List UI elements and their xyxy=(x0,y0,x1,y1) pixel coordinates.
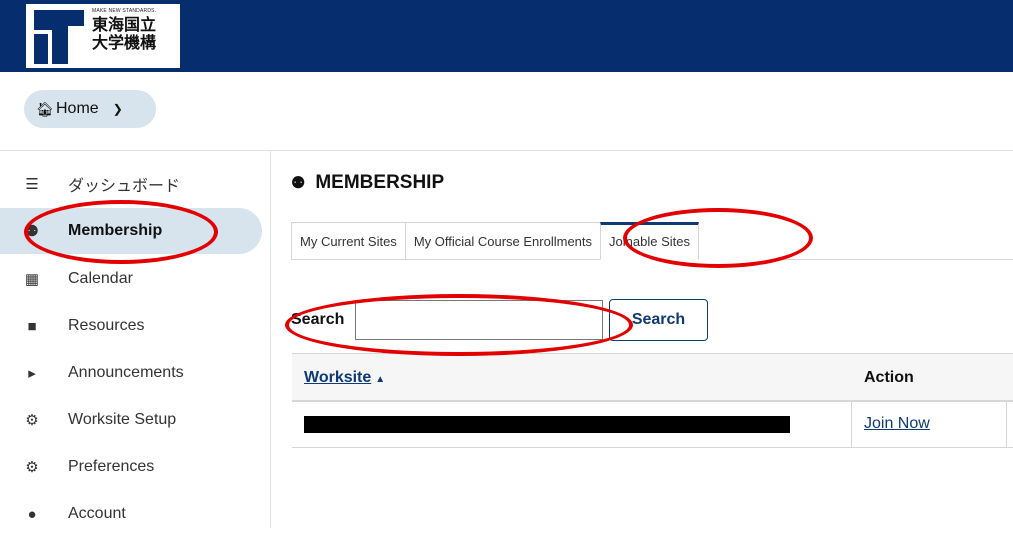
sidebar-item-label: Membership xyxy=(68,222,163,239)
users-icon: ⚉ xyxy=(291,175,306,192)
sidebar-item-dashboard[interactable]: ☰ ダッシュボード xyxy=(0,161,262,207)
calendar-icon: ▦ xyxy=(24,271,40,288)
table-row: Join Now xyxy=(292,402,1013,448)
search-input[interactable] xyxy=(355,300,603,340)
sort-ascending-icon: ▲ xyxy=(375,374,386,385)
top-banner: MAKE NEW STANDARDS. 東海国立 大学機構 xyxy=(0,0,1013,72)
user-icon: ● xyxy=(27,505,37,523)
sidebar-item-label: Announcements xyxy=(68,364,184,381)
join-now-link[interactable]: Join Now xyxy=(864,415,930,433)
sidebar-item-label: Worksite Setup xyxy=(68,411,177,428)
sidebar-item-label: ダッシュボード xyxy=(68,178,181,195)
institution-logo[interactable]: MAKE NEW STANDARDS. 東海国立 大学機構 xyxy=(26,4,180,68)
users-icon: ⚉ xyxy=(25,223,39,240)
chevron-down-icon: ❯ xyxy=(112,102,123,116)
joinable-sites-table: Worksite ▲ Action Join Now xyxy=(292,353,1013,448)
sidebar-item-label: Resources xyxy=(68,317,145,334)
list-icon: ☰ xyxy=(25,176,39,193)
sidebar: ☰ ダッシュボード ⚉ Membership ▦ Calendar ■ Reso… xyxy=(0,151,271,528)
tab-joinable-sites[interactable]: Joinable Sites xyxy=(600,222,699,260)
worksite-column-header[interactable]: Worksite ▲ xyxy=(304,369,385,387)
logo-name-line2: 大学機構 xyxy=(92,33,157,52)
home-icon: 🏠︎ xyxy=(36,100,54,117)
sidebar-item-calendar[interactable]: ▦ Calendar xyxy=(0,256,262,302)
site-switcher-button[interactable]: 🏠︎ Home ❯ xyxy=(24,90,156,128)
sidebar-item-announcements[interactable]: ▸ Announcements xyxy=(0,350,262,396)
logo-name: 東海国立 大学機構 xyxy=(92,16,156,52)
bullhorn-icon: ▸ xyxy=(28,365,36,382)
page-title: ⚉ MEMBERSHIP xyxy=(291,172,444,194)
worksite-header-label: Worksite xyxy=(304,369,372,386)
sidebar-item-label: Account xyxy=(68,505,126,522)
sidebar-item-account[interactable]: ● Account xyxy=(0,491,262,537)
divider xyxy=(771,259,1013,260)
sidebar-item-worksite-setup[interactable]: ⚙ Worksite Setup xyxy=(0,397,262,443)
search-button[interactable]: Search xyxy=(609,299,708,341)
redacted-worksite-name xyxy=(304,416,790,433)
search-label: Search xyxy=(291,311,345,328)
sidebar-item-preferences[interactable]: ⚙ Preferences xyxy=(0,444,262,490)
tab-my-official-course-enrollments[interactable]: My Official Course Enrollments xyxy=(404,222,601,260)
folder-icon: ■ xyxy=(27,317,37,335)
table-header: Worksite ▲ Action xyxy=(292,354,1013,402)
tab-bar: My Current Sites My Official Course Enro… xyxy=(291,222,699,260)
sidebar-item-resources[interactable]: ■ Resources xyxy=(0,303,262,349)
gear-icon: ⚙ xyxy=(25,459,39,476)
page-title-text: MEMBERSHIP xyxy=(315,172,445,193)
sidebar-item-membership[interactable]: ⚉ Membership xyxy=(0,208,262,254)
sidebar-item-label: Calendar xyxy=(68,270,133,287)
action-column-header: Action xyxy=(864,369,914,386)
cogs-icon: ⚙ xyxy=(25,412,39,429)
sidebar-item-label: Preferences xyxy=(68,458,155,475)
tab-my-current-sites[interactable]: My Current Sites xyxy=(291,222,405,260)
logo-mark-icon xyxy=(34,10,84,64)
logo-tagline: MAKE NEW STANDARDS. xyxy=(92,8,157,14)
site-switcher-label: Home xyxy=(56,100,99,117)
logo-name-line1: 東海国立 xyxy=(92,15,157,34)
